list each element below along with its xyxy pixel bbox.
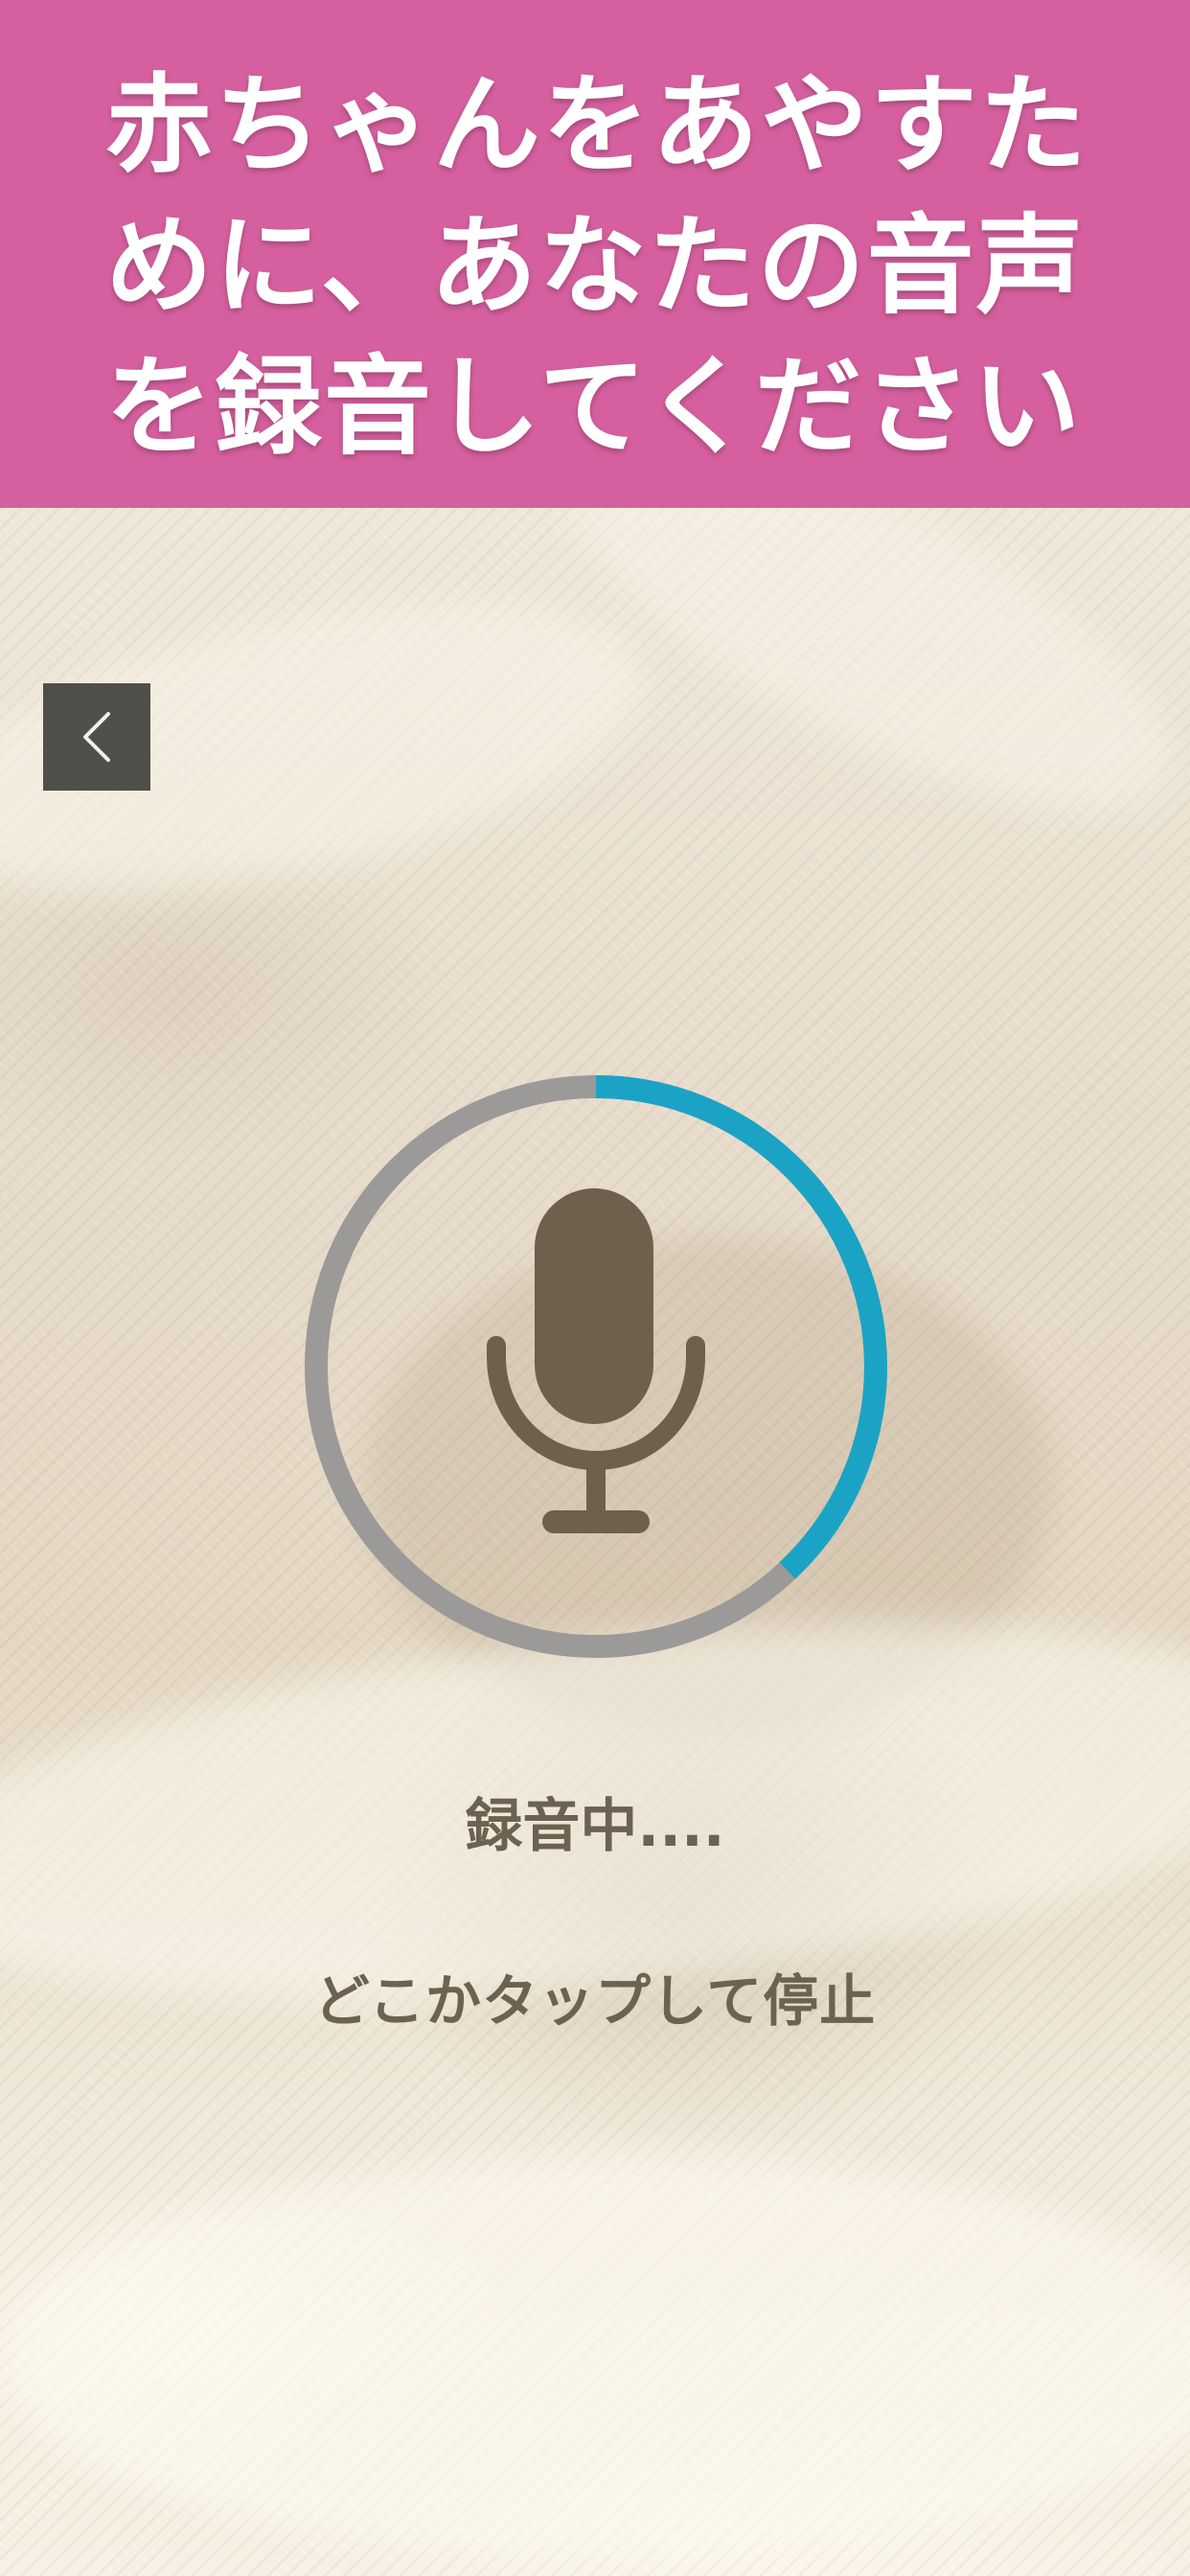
- chevron-left-icon: [83, 712, 110, 762]
- recording-screen: 赤ちゃんをあやすた めに、あなたの音声 を録音してください 録音中.... どこ…: [0, 0, 1190, 2576]
- recording-status-label: 録音中....: [465, 1793, 725, 1860]
- banner-title-line: 赤ちゃんをあやすた: [105, 63, 1088, 188]
- banner-title: 赤ちゃんをあやすた めに、あなたの音声 を録音してください: [105, 56, 1121, 478]
- banner-title-line: を録音してください: [105, 345, 1083, 470]
- instruction-banner: 赤ちゃんをあやすた めに、あなたの音声 を録音してください: [0, 0, 1190, 508]
- back-button[interactable]: [43, 683, 150, 791]
- microphone-icon: [487, 1188, 705, 1533]
- banner-title-line: めに、あなたの音声: [105, 204, 1086, 329]
- tap-to-stop-hint: どこかタップして停止: [313, 1968, 877, 2034]
